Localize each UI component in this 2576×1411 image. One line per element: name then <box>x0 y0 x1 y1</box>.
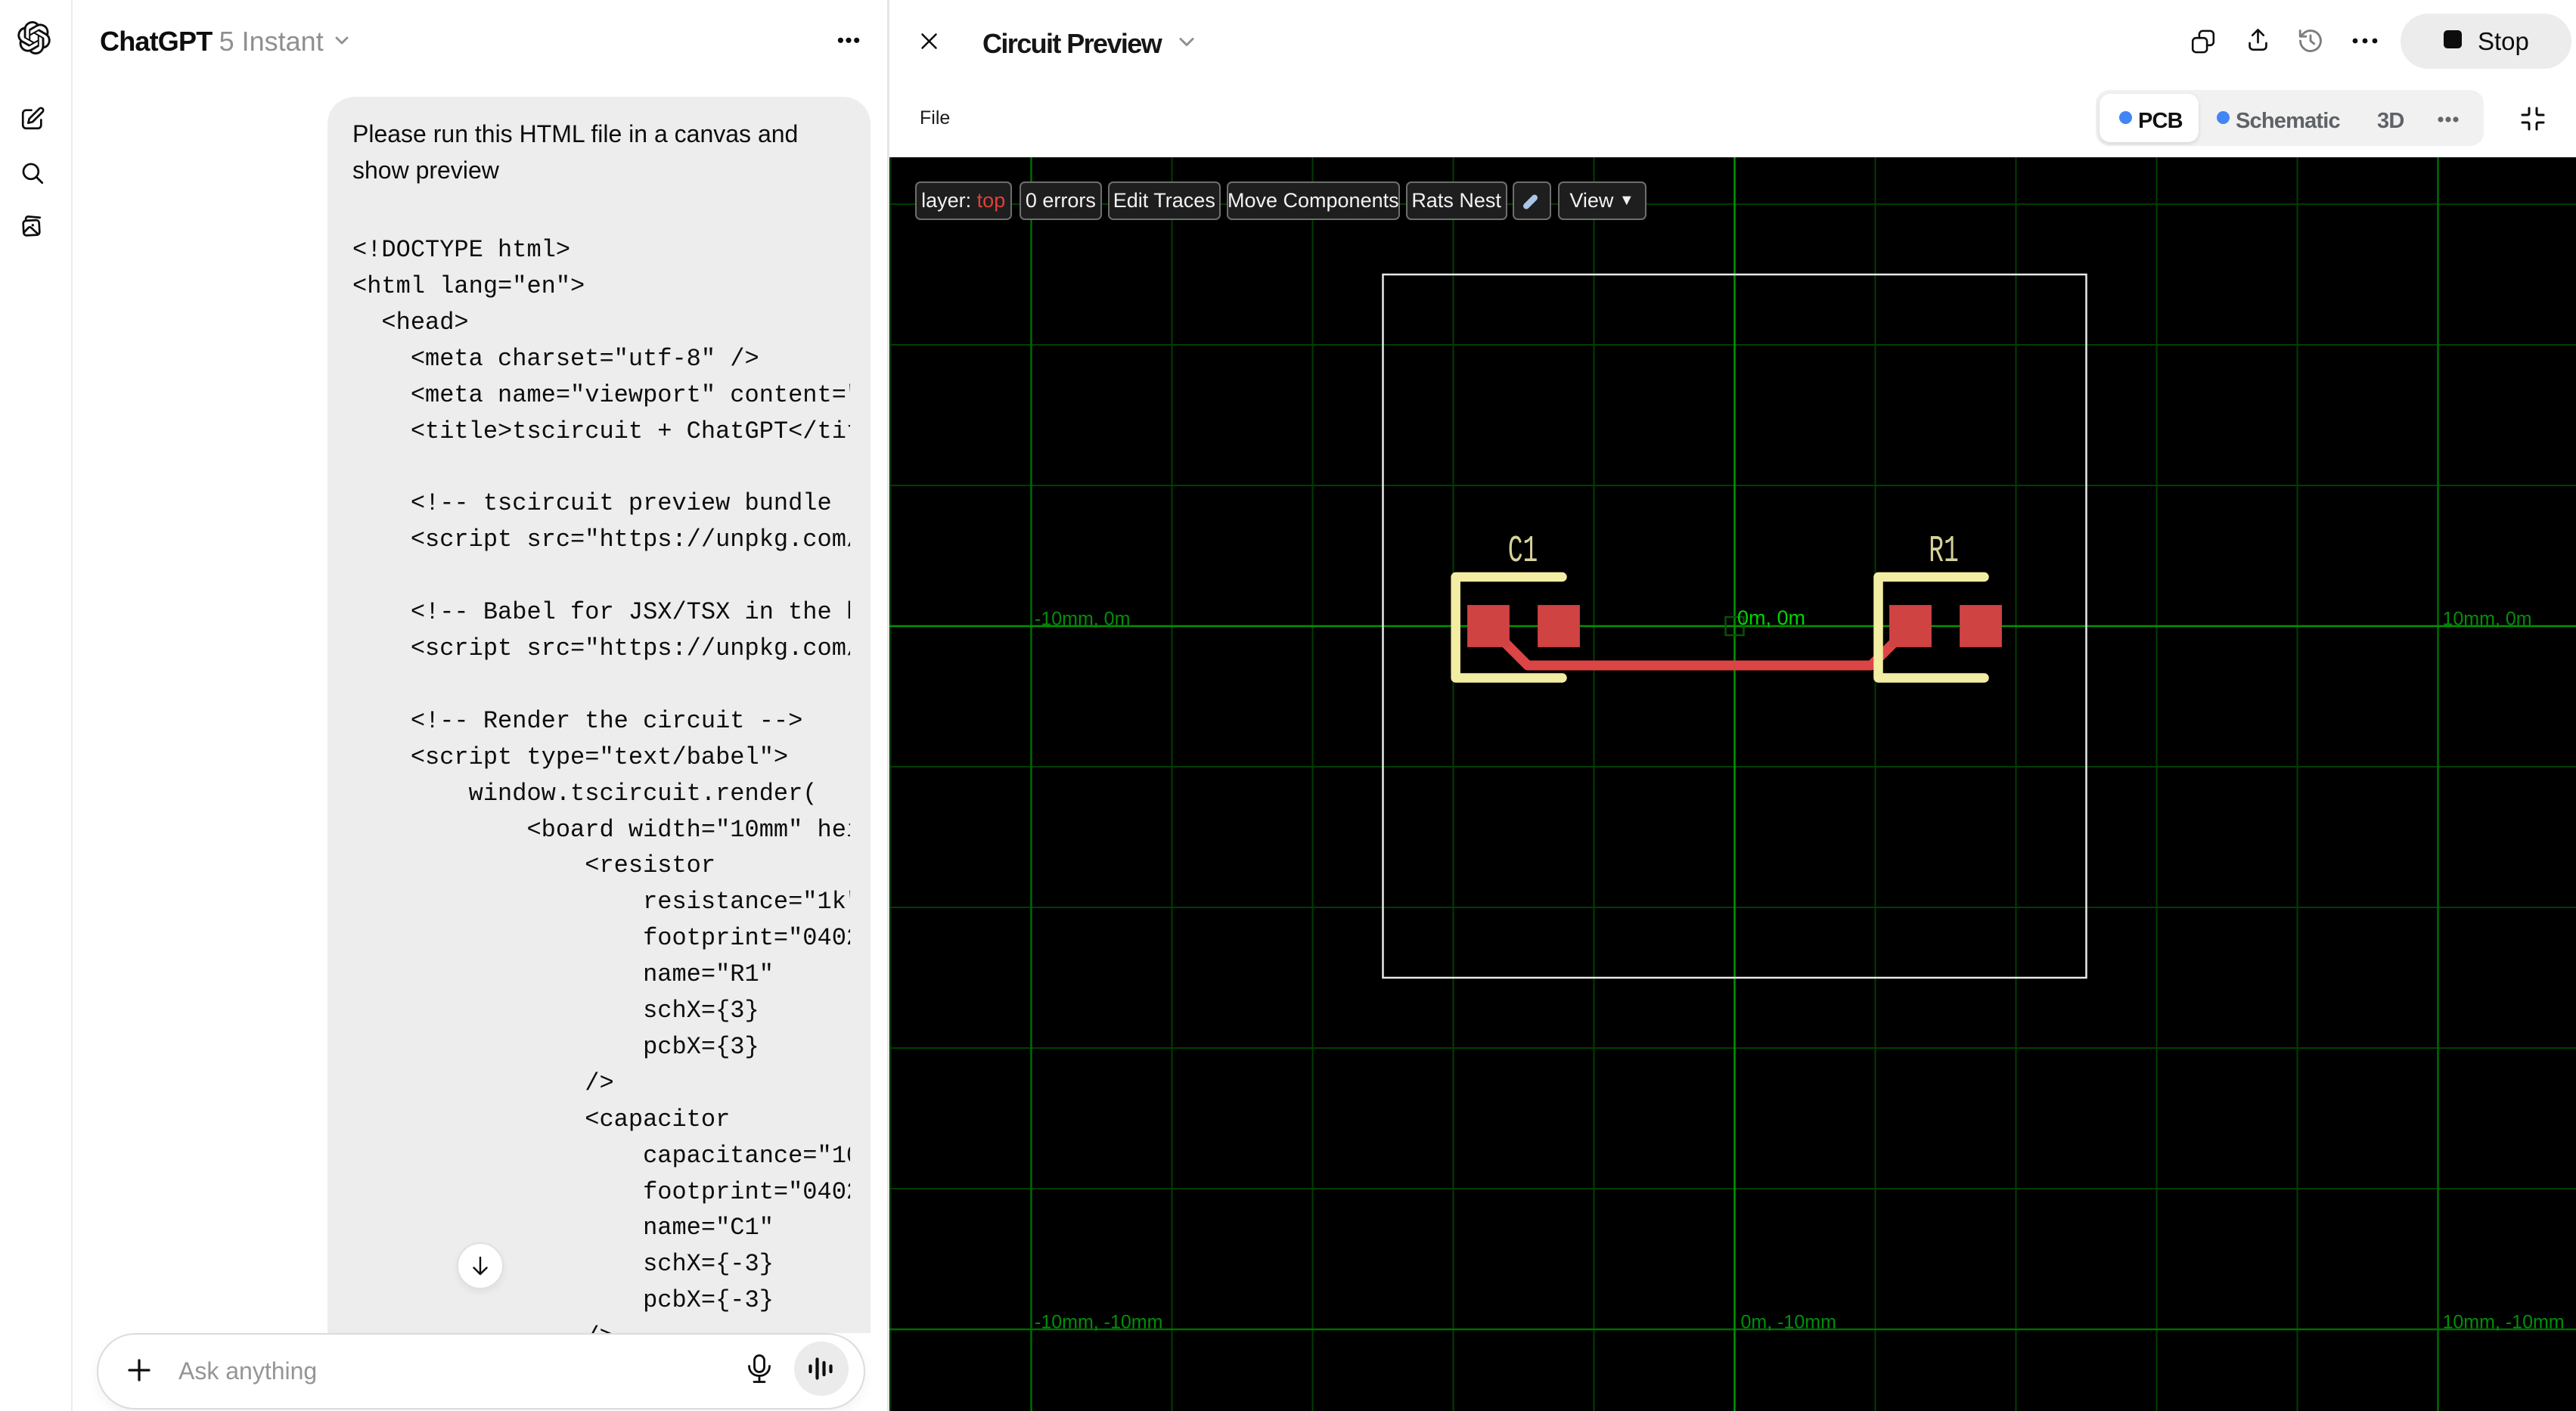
svg-text:-10mm, 0m: -10mm, 0m <box>1035 609 1130 630</box>
svg-text:0m, -10mm: 0m, -10mm <box>1741 1312 1836 1333</box>
svg-text:10mm, 0m: 10mm, 0m <box>2443 609 2532 630</box>
svg-text:C1: C1 <box>1508 530 1538 573</box>
svg-text:10mm, -10mm: 10mm, -10mm <box>2443 1312 2565 1333</box>
svg-text:R1: R1 <box>1929 530 1959 573</box>
svg-text:0m, 0m: 0m, 0m <box>1737 606 1805 629</box>
svg-text:-10mm, -10mm: -10mm, -10mm <box>1035 1312 1162 1333</box>
